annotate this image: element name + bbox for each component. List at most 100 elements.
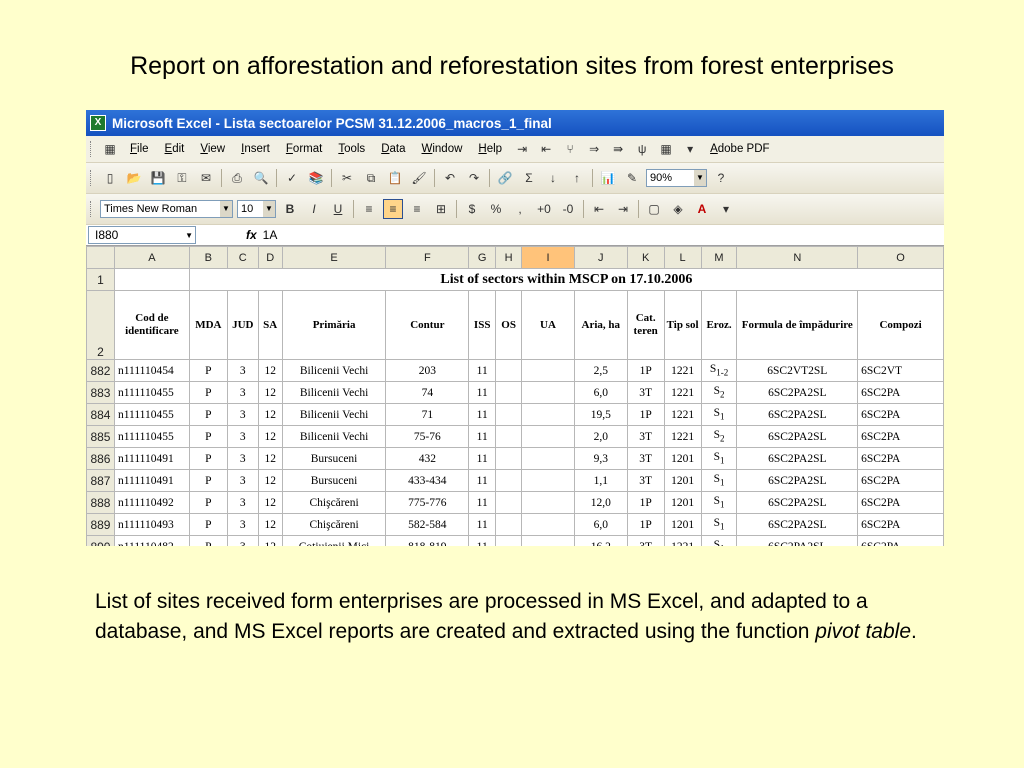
cell-jud[interactable]: 3 (226, 381, 259, 404)
cell-prim[interactable]: Chişcăreni (281, 491, 387, 514)
save-icon[interactable]: 💾 (148, 168, 168, 188)
cell-tip[interactable]: 1201 (663, 491, 702, 514)
cell-eroz[interactable]: S1-2 (700, 359, 738, 382)
header-cell[interactable]: Formula de împădurire (736, 290, 859, 360)
row-header-1[interactable]: 1 (86, 268, 115, 291)
cell-contur[interactable]: 432 (385, 447, 470, 470)
workbook-icon[interactable]: ▦ (100, 139, 120, 159)
cell-formula[interactable]: 6SC2VT2SL (736, 359, 859, 382)
cell-os[interactable] (495, 447, 523, 470)
header-cell[interactable]: Eroz. (700, 290, 738, 360)
cell-comp[interactable]: 6SC2PA (857, 535, 944, 546)
column-header-i[interactable]: I (521, 246, 575, 269)
column-header-g[interactable]: G (468, 246, 497, 269)
cell-os[interactable] (495, 513, 523, 536)
cell-cod[interactable]: n111110492 (113, 491, 190, 514)
cell-iss[interactable]: 11 (468, 425, 497, 448)
cell-prim[interactable]: Bilicenii Vechi (281, 381, 387, 404)
cell-jud[interactable]: 3 (226, 535, 259, 546)
row-header[interactable]: 884 (86, 403, 115, 426)
chevron-down-icon[interactable]: ▾ (680, 139, 700, 159)
cell-eroz[interactable]: S2 (700, 425, 738, 448)
research-icon[interactable]: 📚 (306, 168, 326, 188)
menu-file[interactable]: File (122, 143, 157, 155)
cell-comp[interactable]: 6SC2PA (857, 403, 944, 426)
undo-icon[interactable]: ↶ (440, 168, 460, 188)
column-header-a[interactable]: A (113, 246, 190, 269)
open-icon[interactable]: 📂 (124, 168, 144, 188)
merge-center-icon[interactable]: ⊞ (431, 199, 451, 219)
cell-formula[interactable]: 6SC2PA2SL (736, 491, 859, 514)
cell-iss[interactable]: 11 (468, 513, 497, 536)
cell-iss[interactable]: 11 (468, 381, 497, 404)
sort-descending-icon[interactable]: ↑ (567, 168, 587, 188)
sort-ascending-icon[interactable]: ↓ (543, 168, 563, 188)
header-cell[interactable]: Contur (385, 290, 470, 360)
cell-aria[interactable]: 9,3 (573, 447, 628, 470)
cell-aria[interactable]: 2,0 (573, 425, 628, 448)
cell-formula[interactable]: 6SC2PA2SL (736, 403, 859, 426)
increase-decimal-icon[interactable]: +0 (534, 199, 554, 219)
cell-contur[interactable]: 71 (385, 403, 470, 426)
cell-cod[interactable]: n111110455 (113, 381, 190, 404)
cell-mda[interactable]: P (188, 359, 228, 382)
row-header[interactable]: 888 (86, 491, 115, 514)
cell-cat[interactable]: 3T (626, 425, 665, 448)
cell-iss[interactable]: 11 (468, 469, 497, 492)
cell-prim[interactable]: Bilicenii Vechi (281, 359, 387, 382)
cell-prim[interactable]: Chişcăreni (281, 513, 387, 536)
header-cell[interactable]: Cod de identificare (113, 290, 190, 360)
cell-cat[interactable]: 1P (626, 359, 665, 382)
cell-cat[interactable]: 3T (626, 381, 665, 404)
cell-contur[interactable]: 775-776 (385, 491, 470, 514)
cell-tip[interactable]: 1201 (663, 469, 702, 492)
row-header[interactable]: 887 (86, 469, 115, 492)
name-box[interactable]: I880 ▼ (88, 226, 196, 244)
cell-comp[interactable]: 6SC2PA (857, 381, 944, 404)
menu-insert[interactable]: Insert (233, 143, 278, 155)
cell-jud[interactable]: 3 (226, 469, 259, 492)
cell-ua[interactable] (521, 447, 575, 470)
column-header-b[interactable]: B (188, 246, 228, 269)
align-right-icon[interactable]: ≡ (407, 199, 427, 219)
row-header-2[interactable]: 2 (86, 290, 115, 360)
decrease-decimal-icon[interactable]: -0 (558, 199, 578, 219)
zoom-select[interactable]: 90% ▼ (646, 169, 707, 187)
cell-iss[interactable]: 11 (468, 403, 497, 426)
cell-mda[interactable]: P (188, 447, 228, 470)
cell-sa[interactable]: 12 (257, 491, 283, 514)
cell-ua[interactable] (521, 403, 575, 426)
cell-formula[interactable]: 6SC2PA2SL (736, 535, 859, 546)
email-icon[interactable]: ✉ (196, 168, 216, 188)
cell-cat[interactable]: 1P (626, 513, 665, 536)
cell-mda[interactable]: P (188, 425, 228, 448)
branch-icon[interactable]: ψ (632, 139, 652, 159)
row-header[interactable]: 886 (86, 447, 115, 470)
cell-sa[interactable]: 12 (257, 513, 283, 536)
cell-aria[interactable]: 16,2 (573, 535, 628, 546)
borders-icon[interactable]: ▢ (644, 199, 664, 219)
cell-sa[interactable]: 12 (257, 381, 283, 404)
chevron-down-icon[interactable]: ▼ (220, 201, 232, 217)
cell-comp[interactable]: 6SC2PA (857, 491, 944, 514)
cell-tip[interactable]: 1201 (663, 513, 702, 536)
forward-2-icon[interactable]: ⇛ (608, 139, 628, 159)
cell-a1[interactable] (113, 268, 190, 291)
header-cell[interactable]: ISS (468, 290, 497, 360)
cell-mda[interactable]: P (188, 535, 228, 546)
cell-contur[interactable]: 818-819 (385, 535, 470, 546)
cell-sa[interactable]: 12 (257, 535, 283, 546)
header-cell[interactable]: OS (495, 290, 523, 360)
redo-icon[interactable]: ↷ (464, 168, 484, 188)
column-header-m[interactable]: M (700, 246, 738, 269)
review-next-icon[interactable]: ⇤ (536, 139, 556, 159)
toolbar-grip[interactable] (90, 170, 94, 186)
cell-ua[interactable] (521, 359, 575, 382)
comma-icon[interactable]: , (510, 199, 530, 219)
help-icon[interactable]: ? (711, 168, 731, 188)
spelling-icon[interactable]: ✓ (282, 168, 302, 188)
menu-format[interactable]: Format (278, 143, 330, 155)
header-cell[interactable]: Compozi (857, 290, 944, 360)
cell-tip[interactable]: 1221 (663, 359, 702, 382)
column-header-k[interactable]: K (626, 246, 665, 269)
